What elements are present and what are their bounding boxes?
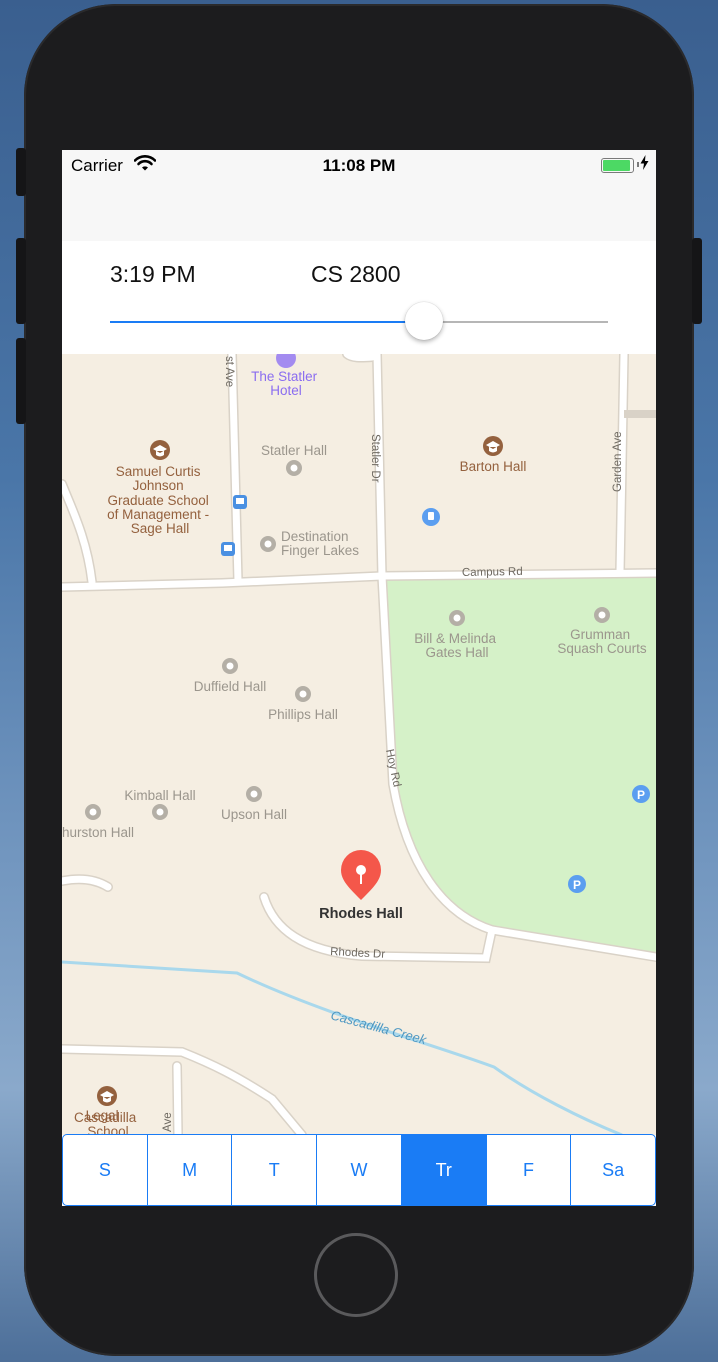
bus-stop-icon[interactable] — [221, 542, 235, 556]
battery-icon — [601, 158, 634, 173]
day-segment-w[interactable]: W — [317, 1135, 402, 1205]
svg-text:Grumman Squash Cou: Grumman Squash Courts — [557, 627, 647, 656]
pin-label: Rhodes Hall — [319, 906, 403, 922]
class-info-panel: 3:19 PM CS 2800 — [62, 241, 656, 354]
poi-label: Bill & Melinda — [414, 631, 496, 646]
slider-thumb[interactable] — [404, 302, 443, 340]
poi-label: Cascadilla — [74, 1110, 137, 1125]
poi-label: of Management - — [107, 507, 209, 522]
svg-text:P: P — [573, 878, 581, 892]
volume-up-button — [16, 238, 26, 324]
day-segment-f[interactable]: F — [487, 1135, 572, 1205]
poi-label: Statler Hall — [261, 443, 327, 458]
class-time-label: 3:19 PM — [110, 261, 196, 287]
poi-label: Finger Lakes — [281, 543, 359, 558]
street-label-statler-dr: Statler Dr — [369, 434, 381, 483]
street-label-campus-rd: Campus Rd — [462, 566, 523, 579]
charging-icon — [640, 155, 649, 175]
poi-label: Barton Hall — [460, 459, 527, 474]
battery-cap — [637, 162, 639, 167]
poi-label: Grumman — [570, 627, 630, 642]
status-bar: Carrier 11:08 PM — [62, 150, 656, 180]
power-button — [692, 238, 702, 324]
poi-label: Destination — [281, 529, 349, 544]
poi-label: Sage Hall — [131, 521, 190, 536]
bus-stop-icon[interactable] — [233, 495, 247, 509]
day-segment-sa[interactable]: Sa — [571, 1135, 655, 1205]
poi-label: Upson Hall — [221, 807, 287, 822]
svg-text:P: P — [637, 788, 645, 802]
app-screen: Carrier 11:08 PM 3:19 PM CS 2800 Statler… — [62, 150, 656, 1206]
poi-label: The Statler — [251, 369, 318, 384]
street-label-garden-ave: Garden Ave — [612, 431, 624, 492]
poi-label: Phillips Hall — [268, 707, 338, 722]
navigation-bar — [62, 180, 656, 241]
volume-down-button — [16, 338, 26, 424]
time-slider[interactable] — [110, 302, 608, 340]
building-outline — [624, 410, 656, 418]
poi-label: Graduate School — [107, 493, 208, 508]
mute-switch — [16, 148, 26, 196]
day-selector: S M T W Tr F Sa — [62, 1134, 656, 1206]
status-time: 11:08 PM — [322, 156, 396, 175]
poi-label: hurston Hall — [62, 825, 134, 840]
home-button[interactable] — [314, 1233, 398, 1317]
street-label-college-ave: Ave — [162, 1112, 174, 1132]
day-segment-m[interactable]: M — [148, 1135, 233, 1205]
poi-label: Kimball Hall — [124, 788, 195, 803]
day-segment-t[interactable]: T — [232, 1135, 318, 1205]
poi-label: Squash Courts — [557, 641, 647, 656]
day-segment-tr[interactable]: Tr — [401, 1135, 487, 1205]
day-segment-s[interactable]: S — [63, 1135, 148, 1205]
parking-icon[interactable]: P — [632, 785, 650, 803]
svg-text:Destination Finger: Destination Finger Lakes — [281, 529, 359, 558]
ev-charger-icon[interactable] — [422, 508, 440, 526]
poi-label: Johnson — [133, 478, 184, 493]
street-label-east-ave: st Ave — [223, 356, 235, 387]
poi-label: Samuel Curtis — [116, 464, 201, 479]
battery-level — [603, 160, 630, 171]
poi-label: Hotel — [270, 383, 302, 398]
campus-map[interactable]: Statler Dr Garden Ave st Ave Campus Rd H… — [62, 354, 656, 1135]
poi-label: Gates Hall — [425, 645, 488, 660]
course-label: CS 2800 — [311, 261, 401, 287]
slider-fill — [110, 321, 424, 323]
parking-icon[interactable]: P — [568, 875, 586, 893]
svg-text:Bill & Melinda Gat: Bill & Melinda Gates Hall — [414, 631, 500, 660]
poi-label: Duffield Hall — [194, 679, 267, 694]
